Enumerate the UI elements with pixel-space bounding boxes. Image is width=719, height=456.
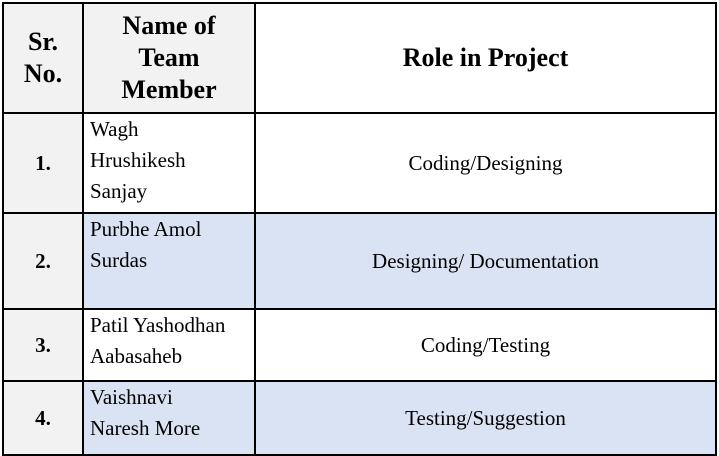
table-row: 4. Vaishnavi Naresh More Testing/Suggest…	[2, 380, 717, 456]
header-team-member-name: Name of Team Member	[82, 2, 256, 114]
row-role: Designing/ Documentation	[254, 212, 717, 310]
row-member-name: Vaishnavi Naresh More	[82, 380, 256, 456]
header-sr-no: Sr. No.	[2, 2, 84, 114]
row-role: Coding/Testing	[254, 308, 717, 382]
row-sr-no: 2.	[2, 212, 84, 310]
table-row: 3. Patil Yashodhan Aabasaheb Coding/Test…	[2, 308, 717, 382]
row-sr-no: 3.	[2, 308, 84, 382]
team-table-document: Sr. No. Name of Team Member Role in Proj…	[0, 0, 719, 456]
row-member-name: Patil Yashodhan Aabasaheb	[82, 308, 256, 382]
row-member-name: Purbhe Amol Surdas	[82, 212, 256, 310]
table-row: 1. Wagh Hrushikesh Sanjay Coding/Designi…	[2, 112, 717, 214]
row-role: Coding/Designing	[254, 112, 717, 214]
row-role: Testing/Suggestion	[254, 380, 717, 456]
row-member-name: Wagh Hrushikesh Sanjay	[82, 112, 256, 214]
table-header-row: Sr. No. Name of Team Member Role in Proj…	[2, 2, 717, 114]
row-sr-no: 4.	[2, 380, 84, 456]
table-row: 2. Purbhe Amol Surdas Designing/ Documen…	[2, 212, 717, 310]
row-sr-no: 1.	[2, 112, 84, 214]
team-members-table: Sr. No. Name of Team Member Role in Proj…	[2, 2, 717, 456]
header-role-in-project: Role in Project	[254, 2, 717, 114]
